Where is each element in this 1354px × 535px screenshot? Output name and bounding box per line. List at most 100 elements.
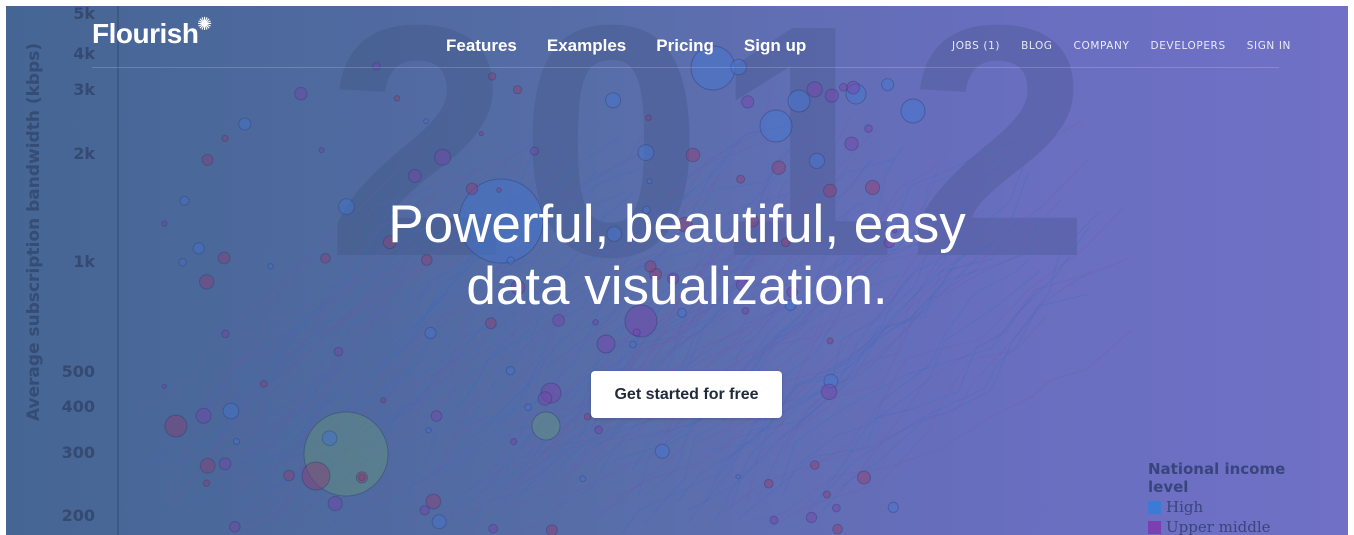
bubble [510,438,518,446]
bubble [592,319,599,326]
bubble [393,95,401,102]
bubble [318,147,325,154]
bubble [229,521,241,533]
bubble [846,80,861,95]
bubble [605,92,622,109]
bubble [488,523,499,534]
bubble [425,493,442,510]
bubble [805,511,818,524]
y-tick-label: 500 [61,362,95,381]
top-nav: Flourish ✺ Features Examples Pricing Sig… [6,6,1348,68]
secondary-nav: JOBS (1) BLOG COMPANY DEVELOPERS SIGN IN [952,40,1312,52]
bubble [629,340,637,349]
bubble [434,148,452,166]
bubble [787,89,811,113]
bubble [321,430,338,447]
headline-line-2: data visualization. [466,257,888,316]
bubble [832,503,841,513]
bubble [407,169,422,183]
bubble [465,182,479,196]
bubble [764,478,774,489]
bubble [496,187,502,193]
bubble [632,328,641,337]
bubble [161,383,167,389]
bubble [824,88,840,103]
nav-link-jobs[interactable]: JOBS (1) [952,40,1000,52]
bubble [327,495,343,512]
nav-link-features[interactable]: Features [446,36,517,56]
bubble [201,153,214,166]
bubble [881,78,895,92]
trend-line [819,293,1090,498]
bubble [685,147,701,163]
bubble [423,118,430,124]
bubble [222,402,240,420]
bubble [736,174,746,184]
hero-headline: Powerful, beautiful, easy data visualiza… [6,194,1348,318]
bubble [488,72,497,81]
bubble [769,515,779,525]
bubble [233,438,240,445]
legend-item: Upper middle [1148,518,1318,535]
nav-link-company[interactable]: COMPANY [1074,40,1130,52]
bubble [195,407,212,424]
bubble [596,334,616,354]
bubble [820,383,838,400]
bubble [810,460,820,470]
get-started-button[interactable]: Get started for free [591,371,782,418]
bubble [583,413,592,421]
y-tick-label: 2k [73,144,95,163]
legend-title: National income level [1148,460,1286,496]
bubble [358,473,366,482]
bubble [505,366,516,376]
legend-item: High [1148,498,1318,516]
bubble [545,524,558,535]
chart-legend: National income level High Upper middle [1148,460,1318,535]
bubble [645,114,652,121]
bubble [537,391,553,406]
bubble [594,425,603,435]
y-tick-label: 300 [61,443,95,462]
nav-link-pricing[interactable]: Pricing [656,36,714,56]
nav-link-signup[interactable]: Sign up [744,36,806,56]
bubble [333,346,344,357]
bubble [844,136,859,151]
flourish-logo[interactable]: Flourish [92,18,199,50]
bubble [579,475,587,483]
bubble [832,523,843,535]
bubble [529,146,540,156]
bubble [865,179,881,196]
nav-link-blog[interactable]: BLOG [1021,40,1052,52]
legend-label: Upper middle [1166,518,1271,535]
headline-line-1: Powerful, beautiful, easy [388,195,966,254]
bubble [900,98,926,124]
bubble [512,85,523,95]
bubble [164,414,188,438]
y-tick-label: 400 [61,397,95,416]
y-tick-label: 3k [73,80,95,99]
y-tick-label: 200 [61,506,95,525]
bubble [238,117,252,131]
legend-swatch [1148,500,1161,514]
bubble [380,397,387,404]
legend-swatch [1148,520,1161,534]
bubble [221,329,230,339]
bubble [806,81,823,98]
bubble [822,490,831,499]
bubble [759,109,793,143]
bubble [202,479,211,487]
bubble [838,82,848,92]
bubble [637,144,655,162]
nav-link-developers[interactable]: DEVELOPERS [1151,40,1226,52]
nav-divider [92,67,1279,68]
legend-label: High [1166,498,1204,516]
nav-link-examples[interactable]: Examples [547,36,626,56]
nav-link-signin[interactable]: SIGN IN [1247,40,1291,52]
bubble [430,410,443,422]
bubble [826,337,834,345]
bubble [654,443,670,459]
trend-line [808,287,1040,509]
bubble [646,178,653,185]
bubble [199,457,216,474]
bubble [425,427,432,434]
